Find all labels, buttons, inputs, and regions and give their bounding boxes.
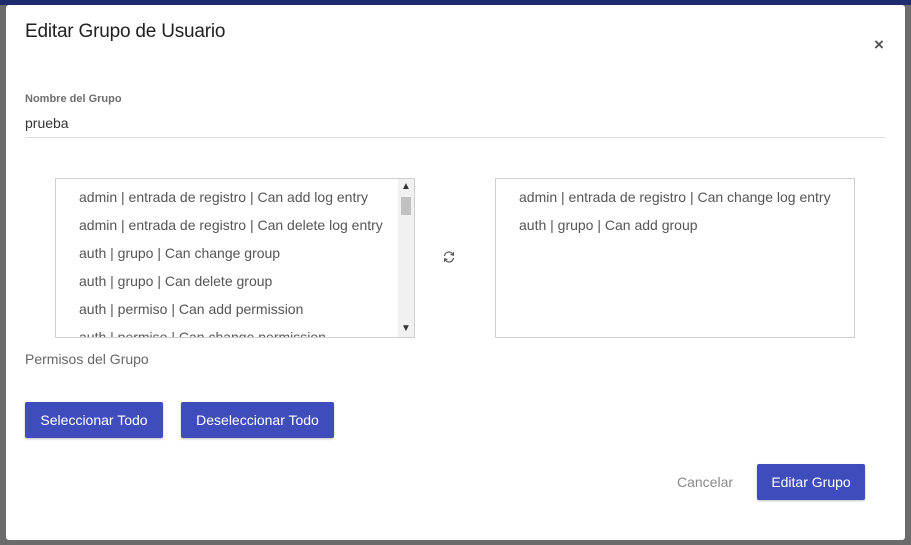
swap-icon[interactable]	[442, 250, 456, 264]
permissions-caption: Permisos del Grupo	[25, 351, 149, 367]
permission-option[interactable]: admin | entrada de registro | Can add lo…	[56, 183, 414, 211]
list-scrollbar[interactable]: ▲ ▼	[398, 179, 414, 337]
permission-option[interactable]: admin | entrada de registro | Can change…	[496, 183, 854, 211]
select-all-button[interactable]: Seleccionar Todo	[25, 402, 163, 438]
available-permissions-list[interactable]: admin | entrada de registro | Can add lo…	[55, 178, 415, 338]
edit-group-dialog: Editar Grupo de Usuario × Nombre del Gru…	[6, 5, 905, 540]
scroll-thumb[interactable]	[401, 197, 411, 215]
close-icon[interactable]: ×	[870, 36, 888, 54]
group-name-input[interactable]	[25, 109, 885, 138]
cancel-button[interactable]: Cancelar	[666, 465, 744, 499]
permission-option[interactable]: auth | grupo | Can change group	[56, 239, 414, 267]
permission-option[interactable]: auth | permiso | Can change permission	[56, 323, 414, 337]
selected-permissions-list[interactable]: admin | entrada de registro | Can change…	[495, 178, 855, 338]
group-name-label: Nombre del Grupo	[25, 93, 122, 105]
edit-group-button[interactable]: Editar Grupo	[757, 464, 865, 500]
permission-option[interactable]: admin | entrada de registro | Can delete…	[56, 211, 414, 239]
permission-option[interactable]: auth | grupo | Can add group	[496, 211, 854, 239]
permission-option[interactable]: auth | grupo | Can delete group	[56, 267, 414, 295]
scroll-down-icon[interactable]: ▼	[398, 321, 414, 337]
permission-option[interactable]: auth | permiso | Can add permission	[56, 295, 414, 323]
dialog-title: Editar Grupo de Usuario	[25, 21, 226, 42]
scroll-up-icon[interactable]: ▲	[398, 179, 414, 195]
deselect-all-button[interactable]: Deseleccionar Todo	[181, 402, 334, 438]
